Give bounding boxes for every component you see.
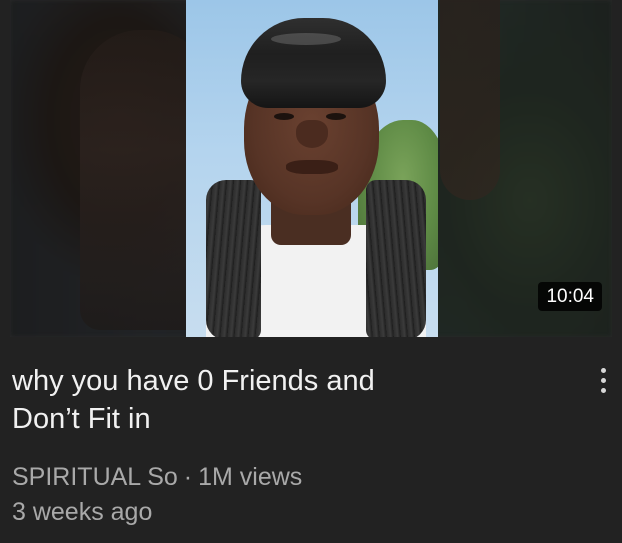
thumbnail-blurred-figure-right (440, 0, 500, 200)
photo-nose (296, 120, 328, 148)
video-thumbnail[interactable]: 10:04 (10, 0, 612, 337)
video-title-line-1: why you have 0 Friends and (12, 365, 375, 397)
photo-durag (241, 18, 386, 108)
more-dot (600, 367, 606, 373)
video-title[interactable]: why you have 0 Friends and Don’t Fit in (12, 362, 552, 438)
meta-separator: · (183, 463, 193, 491)
more-vert-icon[interactable] (592, 360, 614, 400)
more-dot (600, 387, 606, 393)
channel-name[interactable]: SPIRITUAL So (12, 463, 178, 491)
thumbnail-photo (186, 0, 438, 337)
photo-eye-right (326, 113, 346, 120)
photo-dreads-right (366, 180, 426, 337)
photo-dreads-left (206, 180, 261, 337)
video-title-line-2: Don’t Fit in (12, 403, 151, 435)
photo-eye-left (274, 113, 294, 120)
photo-mouth (286, 160, 338, 174)
upload-age: 3 weeks ago (12, 498, 153, 526)
meta-line-1: SPIRITUAL So · 1M views (12, 460, 572, 495)
view-count: 1M views (198, 463, 303, 491)
more-dot (600, 377, 606, 383)
video-metadata: SPIRITUAL So · 1M views 3 weeks ago (12, 460, 572, 530)
video-card[interactable]: 10:04 why you have 0 Friends and Don’t F… (0, 0, 622, 543)
duration-badge: 10:04 (538, 282, 602, 311)
